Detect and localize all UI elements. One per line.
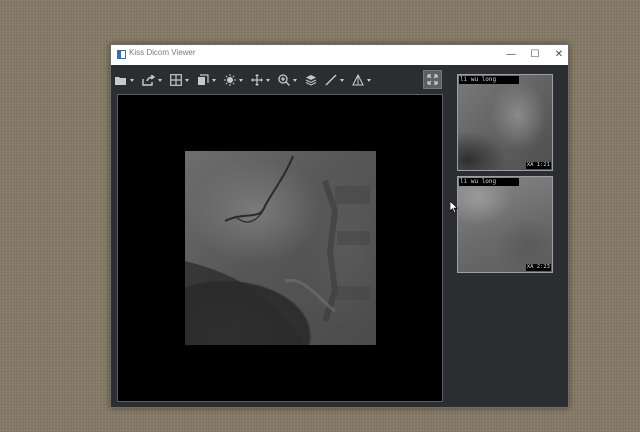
title-bar[interactable]: Kiss Dicom Viewer — ☐ ✕ xyxy=(111,45,568,65)
series-icon xyxy=(198,74,209,85)
chevron-down-icon xyxy=(340,78,344,82)
fit-window-button[interactable] xyxy=(423,70,442,89)
patient-name-label: li wu long xyxy=(459,76,519,84)
layers-icon xyxy=(305,75,317,86)
chevron-down-icon xyxy=(158,78,162,82)
export-button[interactable] xyxy=(142,70,162,90)
close-button[interactable]: ✕ xyxy=(547,45,571,65)
patient-name-label: li wu long xyxy=(459,178,519,186)
series-info-label: XA 1:21 xyxy=(525,162,551,169)
chevron-down-icon xyxy=(239,78,243,82)
chevron-down-icon xyxy=(212,78,216,82)
chevron-down-icon xyxy=(266,78,270,82)
chevron-down-icon xyxy=(293,78,297,82)
line-measure-icon xyxy=(325,74,337,86)
brightness-button[interactable] xyxy=(224,70,243,90)
pan-button[interactable] xyxy=(251,70,270,90)
pan-icon xyxy=(251,74,263,86)
open-icon xyxy=(115,77,126,85)
thumbnail-image xyxy=(458,177,552,272)
angiography-image[interactable] xyxy=(185,151,376,345)
thumbnail-image xyxy=(458,75,552,170)
zoom-icon xyxy=(278,74,290,86)
brightness-icon xyxy=(224,74,236,86)
image-viewport[interactable] xyxy=(117,94,443,402)
fit-window-icon xyxy=(427,74,438,85)
series-thumbnail[interactable]: li wu long XA 1:21 xyxy=(457,74,553,171)
series-button[interactable] xyxy=(197,70,216,90)
export-icon xyxy=(142,74,155,86)
maximize-button[interactable]: ☐ xyxy=(523,45,547,65)
open-button[interactable] xyxy=(115,70,134,90)
zoom-button[interactable] xyxy=(278,70,297,90)
app-icon xyxy=(117,50,126,59)
layout-grid-icon xyxy=(170,74,182,86)
series-info-label: XA 2:23 xyxy=(525,264,551,271)
line-measure-button[interactable] xyxy=(325,70,344,90)
chevron-down-icon xyxy=(185,78,189,82)
viewer-window: Kiss Dicom Viewer — ☐ ✕ li wu long XA 1:… xyxy=(110,44,569,408)
chevron-down-icon xyxy=(130,78,134,82)
layers-button[interactable] xyxy=(305,70,317,90)
angle-measure-button[interactable] xyxy=(352,70,371,90)
angle-measure-icon xyxy=(352,74,364,86)
chevron-down-icon xyxy=(367,78,371,82)
layout-button[interactable] xyxy=(170,70,189,90)
toolbar xyxy=(115,69,445,91)
window-title: Kiss Dicom Viewer xyxy=(129,48,196,57)
series-thumbnail[interactable]: li wu long XA 2:23 xyxy=(457,176,553,273)
minimize-button[interactable]: — xyxy=(499,45,523,65)
mouse-cursor-icon xyxy=(450,201,458,213)
